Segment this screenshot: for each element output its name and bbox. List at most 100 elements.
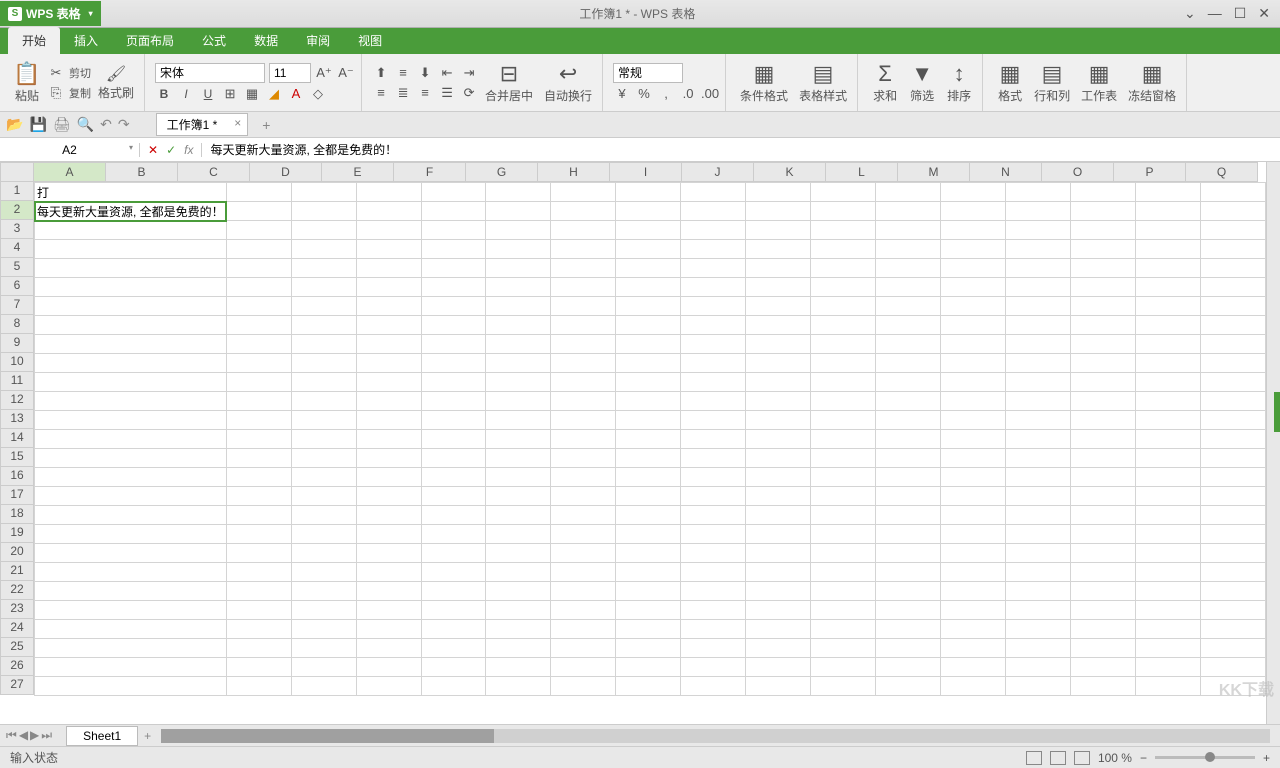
align-middle-icon[interactable]: ≡ xyxy=(394,64,412,82)
cell-M6[interactable] xyxy=(941,278,1006,297)
cell-D14[interactable] xyxy=(356,430,421,449)
side-panel-handle[interactable] xyxy=(1274,392,1280,432)
filter-button[interactable]: ▼筛选 xyxy=(905,59,939,106)
cell-J15[interactable] xyxy=(746,449,811,468)
cell-E11[interactable] xyxy=(421,373,486,392)
cell-K2[interactable] xyxy=(811,202,876,221)
cell-C13[interactable] xyxy=(291,411,356,430)
cell-I6[interactable] xyxy=(681,278,746,297)
cell-I17[interactable] xyxy=(681,487,746,506)
qa-undo-icon[interactable]: ↶ xyxy=(100,116,112,133)
col-header-D[interactable]: D xyxy=(250,162,322,182)
cell-D16[interactable] xyxy=(356,468,421,487)
cell-K8[interactable] xyxy=(811,316,876,335)
align-top-icon[interactable]: ⬆ xyxy=(372,64,390,82)
qa-redo-icon[interactable]: ↷ xyxy=(118,116,130,133)
cell-D3[interactable] xyxy=(356,221,421,240)
cell-H7[interactable] xyxy=(616,297,681,316)
cell-F13[interactable] xyxy=(486,411,551,430)
cell-H22[interactable] xyxy=(616,582,681,601)
row-header-13[interactable]: 13 xyxy=(0,410,34,429)
view-page-icon[interactable] xyxy=(1050,751,1066,765)
cell-A13[interactable] xyxy=(35,411,227,430)
cell-F9[interactable] xyxy=(486,335,551,354)
col-header-B[interactable]: B xyxy=(106,162,178,182)
cell-Q16[interactable] xyxy=(1200,468,1265,487)
decrease-font-icon[interactable]: A⁻ xyxy=(337,64,355,82)
orientation-icon[interactable]: ⟳ xyxy=(460,84,478,102)
row-header-23[interactable]: 23 xyxy=(0,600,34,619)
cell-G21[interactable] xyxy=(551,563,616,582)
indent-left-icon[interactable]: ⇤ xyxy=(438,64,456,82)
cell-F10[interactable] xyxy=(486,354,551,373)
cell-I14[interactable] xyxy=(681,430,746,449)
cell-O13[interactable] xyxy=(1071,411,1136,430)
cell-C4[interactable] xyxy=(291,240,356,259)
cell-J6[interactable] xyxy=(746,278,811,297)
paste-button[interactable]: 📋粘贴 xyxy=(10,59,44,106)
cell-E14[interactable] xyxy=(421,430,486,449)
cell-Q25[interactable] xyxy=(1200,639,1265,658)
underline-button[interactable]: U xyxy=(199,85,217,103)
cell-O27[interactable] xyxy=(1071,677,1136,696)
cell-B10[interactable] xyxy=(226,354,291,373)
cell-N11[interactable] xyxy=(1006,373,1071,392)
cell-I3[interactable] xyxy=(681,221,746,240)
cell-K3[interactable] xyxy=(811,221,876,240)
cell-P6[interactable] xyxy=(1136,278,1201,297)
cell-N10[interactable] xyxy=(1006,354,1071,373)
cell-F17[interactable] xyxy=(486,487,551,506)
cell-K23[interactable] xyxy=(811,601,876,620)
cell-F14[interactable] xyxy=(486,430,551,449)
row-header-27[interactable]: 27 xyxy=(0,676,34,695)
cell-I22[interactable] xyxy=(681,582,746,601)
cell-B17[interactable] xyxy=(226,487,291,506)
align-bottom-icon[interactable]: ⬇ xyxy=(416,64,434,82)
cells-area[interactable]: 打每天更新大量资源, 全都是免费的！ xyxy=(34,182,1266,724)
cell-J25[interactable] xyxy=(746,639,811,658)
cell-B11[interactable] xyxy=(226,373,291,392)
cell-J11[interactable] xyxy=(746,373,811,392)
cell-A18[interactable] xyxy=(35,506,227,525)
cell-H5[interactable] xyxy=(616,259,681,278)
cell-M26[interactable] xyxy=(941,658,1006,677)
cell-L23[interactable] xyxy=(876,601,941,620)
cell-G10[interactable] xyxy=(551,354,616,373)
cell-G14[interactable] xyxy=(551,430,616,449)
cell-O5[interactable] xyxy=(1071,259,1136,278)
cell-E25[interactable] xyxy=(421,639,486,658)
cell-N18[interactable] xyxy=(1006,506,1071,525)
cell-H18[interactable] xyxy=(616,506,681,525)
cell-N2[interactable] xyxy=(1006,202,1071,221)
cell-L4[interactable] xyxy=(876,240,941,259)
cell-G3[interactable] xyxy=(551,221,616,240)
cell-K21[interactable] xyxy=(811,563,876,582)
qa-save-icon[interactable]: 💾 xyxy=(29,116,46,133)
cell-B26[interactable] xyxy=(226,658,291,677)
cell-L25[interactable] xyxy=(876,639,941,658)
cell-I23[interactable] xyxy=(681,601,746,620)
cell-N23[interactable] xyxy=(1006,601,1071,620)
increase-decimal-icon[interactable]: .0 xyxy=(679,85,697,103)
row-header-8[interactable]: 8 xyxy=(0,315,34,334)
cell-K22[interactable] xyxy=(811,582,876,601)
cell-A23[interactable] xyxy=(35,601,227,620)
cell-M13[interactable] xyxy=(941,411,1006,430)
row-header-2[interactable]: 2 xyxy=(0,201,34,220)
cell-F6[interactable] xyxy=(486,278,551,297)
col-header-A[interactable]: A xyxy=(34,162,106,182)
cell-G17[interactable] xyxy=(551,487,616,506)
sheet-nav-prev-icon[interactable]: ◀ xyxy=(19,728,28,743)
cell-J19[interactable] xyxy=(746,525,811,544)
view-break-icon[interactable] xyxy=(1074,751,1090,765)
cell-G19[interactable] xyxy=(551,525,616,544)
cell-M24[interactable] xyxy=(941,620,1006,639)
cell-Q21[interactable] xyxy=(1200,563,1265,582)
cell-O12[interactable] xyxy=(1071,392,1136,411)
cell-A24[interactable] xyxy=(35,620,227,639)
cell-I13[interactable] xyxy=(681,411,746,430)
cell-L17[interactable] xyxy=(876,487,941,506)
col-header-F[interactable]: F xyxy=(394,162,466,182)
cell-A2[interactable]: 每天更新大量资源, 全都是免费的！ xyxy=(35,202,227,221)
cell-J12[interactable] xyxy=(746,392,811,411)
